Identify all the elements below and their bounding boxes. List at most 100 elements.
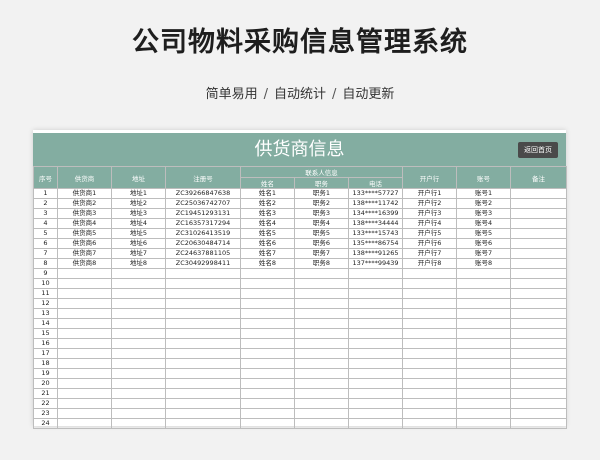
cell-index[interactable]: 1	[33, 188, 58, 199]
cell-registration[interactable]	[165, 268, 241, 279]
cell-address[interactable]	[111, 418, 166, 429]
cell-supplier[interactable]	[57, 368, 112, 379]
cell-bank[interactable]	[402, 368, 458, 379]
cell-contact-phone[interactable]: 137****99439	[347, 258, 404, 269]
cell-remark[interactable]	[510, 298, 568, 309]
cell-address[interactable]	[111, 348, 166, 359]
cell-address[interactable]	[111, 388, 166, 399]
cell-contact-phone[interactable]	[347, 388, 404, 399]
cell-bank[interactable]	[402, 298, 458, 309]
cell-bank[interactable]	[402, 308, 458, 319]
cell-contact-phone[interactable]	[347, 288, 404, 299]
cell-index[interactable]: 7	[33, 248, 58, 259]
cell-bank[interactable]	[402, 268, 458, 279]
cell-bank[interactable]: 开户行2	[402, 198, 458, 209]
cell-contact-name[interactable]	[240, 408, 295, 419]
cell-contact-title[interactable]	[294, 398, 349, 409]
cell-account[interactable]: 账号6	[456, 238, 512, 249]
cell-remark[interactable]	[510, 278, 568, 289]
cell-contact-name[interactable]	[240, 298, 295, 309]
cell-registration[interactable]: ZC19451293131	[165, 208, 241, 219]
cell-remark[interactable]	[510, 288, 568, 299]
cell-contact-phone[interactable]: 134****16399	[347, 208, 404, 219]
cell-address[interactable]	[111, 328, 166, 339]
cell-contact-title[interactable]: 职务3	[294, 208, 349, 219]
cell-contact-title[interactable]: 职务4	[294, 218, 349, 229]
cell-account[interactable]: 账号3	[456, 208, 512, 219]
cell-index[interactable]: 20	[33, 378, 58, 389]
cell-address[interactable]: 地址2	[111, 198, 166, 209]
cell-address[interactable]	[111, 358, 166, 369]
cell-address[interactable]	[111, 308, 166, 319]
cell-contact-phone[interactable]	[347, 318, 404, 329]
cell-contact-title[interactable]	[294, 418, 349, 429]
cell-contact-name[interactable]	[240, 288, 295, 299]
cell-account[interactable]	[456, 278, 512, 289]
cell-account[interactable]: 账号5	[456, 228, 512, 239]
cell-address[interactable]	[111, 398, 166, 409]
cell-index[interactable]: 17	[33, 348, 58, 359]
cell-remark[interactable]	[510, 248, 568, 259]
cell-account[interactable]	[456, 418, 512, 429]
cell-registration[interactable]	[165, 368, 241, 379]
back-to-home-button[interactable]: 返回首页	[518, 142, 558, 158]
cell-registration[interactable]	[165, 308, 241, 319]
cell-contact-name[interactable]	[240, 278, 295, 289]
cell-contact-name[interactable]	[240, 378, 295, 389]
cell-supplier[interactable]	[57, 308, 112, 319]
cell-remark[interactable]	[510, 318, 568, 329]
cell-supplier[interactable]	[57, 348, 112, 359]
cell-address[interactable]	[111, 298, 166, 309]
cell-contact-title[interactable]	[294, 338, 349, 349]
cell-supplier[interactable]	[57, 418, 112, 429]
cell-remark[interactable]	[510, 388, 568, 399]
cell-account[interactable]: 账号1	[456, 188, 512, 199]
cell-index[interactable]: 3	[33, 208, 58, 219]
cell-supplier[interactable]: 供货商2	[57, 198, 112, 209]
cell-bank[interactable]: 开户行1	[402, 188, 458, 199]
cell-account[interactable]	[456, 378, 512, 389]
cell-contact-name[interactable]	[240, 268, 295, 279]
cell-registration[interactable]	[165, 288, 241, 299]
cell-contact-phone[interactable]	[347, 298, 404, 309]
cell-remark[interactable]	[510, 328, 568, 339]
cell-index[interactable]: 5	[33, 228, 58, 239]
cell-contact-name[interactable]: 姓名4	[240, 218, 295, 229]
cell-remark[interactable]	[510, 218, 568, 229]
cell-supplier[interactable]	[57, 358, 112, 369]
cell-contact-phone[interactable]	[347, 368, 404, 379]
cell-supplier[interactable]: 供货商3	[57, 208, 112, 219]
cell-contact-title[interactable]: 职务1	[294, 188, 349, 199]
cell-contact-phone[interactable]: 138****91265	[347, 248, 404, 259]
cell-contact-title[interactable]	[294, 318, 349, 329]
cell-remark[interactable]	[510, 408, 568, 419]
cell-bank[interactable]	[402, 338, 458, 349]
cell-bank[interactable]: 开户行8	[402, 258, 458, 269]
cell-address[interactable]: 地址1	[111, 188, 166, 199]
cell-account[interactable]	[456, 308, 512, 319]
cell-contact-title[interactable]	[294, 388, 349, 399]
cell-contact-phone[interactable]	[347, 338, 404, 349]
cell-contact-title[interactable]	[294, 368, 349, 379]
cell-supplier[interactable]: 供货商5	[57, 228, 112, 239]
cell-supplier[interactable]	[57, 288, 112, 299]
cell-contact-title[interactable]: 职务2	[294, 198, 349, 209]
cell-index[interactable]: 22	[33, 398, 58, 409]
cell-bank[interactable]	[402, 358, 458, 369]
cell-account[interactable]	[456, 358, 512, 369]
cell-supplier[interactable]	[57, 298, 112, 309]
cell-index[interactable]: 23	[33, 408, 58, 419]
cell-supplier[interactable]: 供货商7	[57, 248, 112, 259]
cell-contact-name[interactable]: 姓名6	[240, 238, 295, 249]
cell-address[interactable]: 地址3	[111, 208, 166, 219]
cell-bank[interactable]	[402, 398, 458, 409]
cell-index[interactable]: 9	[33, 268, 58, 279]
cell-bank[interactable]: 开户行5	[402, 228, 458, 239]
cell-contact-name[interactable]	[240, 388, 295, 399]
cell-contact-name[interactable]: 姓名3	[240, 208, 295, 219]
cell-contact-name[interactable]	[240, 398, 295, 409]
cell-contact-title[interactable]	[294, 298, 349, 309]
cell-index[interactable]: 21	[33, 388, 58, 399]
cell-account[interactable]: 账号4	[456, 218, 512, 229]
cell-remark[interactable]	[510, 358, 568, 369]
